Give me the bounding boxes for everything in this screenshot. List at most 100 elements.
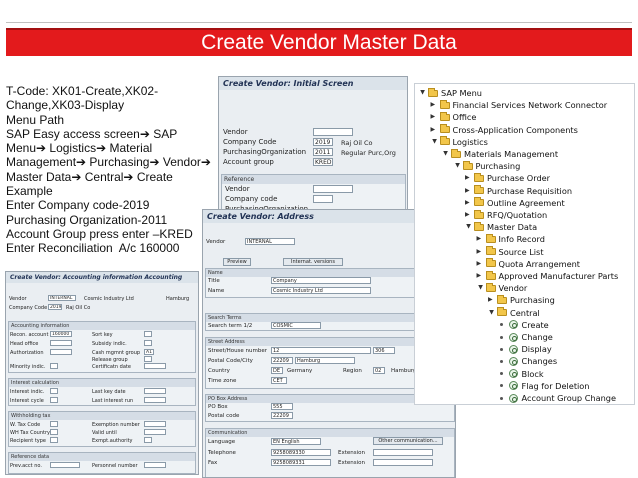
menu-item[interactable]: Changes [499,355,557,367]
menu-item[interactable]: ▶ Materials Management [442,148,558,160]
timezone-input[interactable]: CET [271,377,287,384]
collapsed-arrow-icon[interactable]: ▶ [477,248,483,256]
fax-input[interactable]: 9258089331 [271,459,331,466]
menu-item[interactable]: ▶ Outline Agreement [465,197,565,209]
expanded-arrow-icon[interactable]: ▶ [487,310,495,316]
subsidy-input[interactable] [144,340,152,346]
menu-item[interactable]: Change [499,331,553,343]
house-input[interactable]: 306 [373,347,395,354]
name-input[interactable]: Cosmic Industry Ltd [271,287,371,294]
postal-input[interactable]: 22209 [271,357,293,364]
region-input[interactable]: 02 [373,367,385,374]
personnel-input[interactable] [144,462,166,468]
cash-mgmt-input[interactable]: A1 [144,349,154,355]
sort-key-input[interactable] [144,331,152,337]
exemption-input[interactable] [144,421,166,427]
intl-versions-button[interactable]: Internat. versions [283,258,343,266]
menu-item[interactable]: ▶ Info Record [477,233,545,245]
pobox-input[interactable]: 555 [271,403,293,410]
wt-country-input[interactable] [50,429,58,435]
collapsed-arrow-icon[interactable]: ▶ [431,113,437,121]
ref-vendor-input[interactable] [313,185,353,193]
extension-input[interactable] [373,449,433,456]
collapsed-arrow-icon[interactable]: ▶ [465,199,471,207]
menu-item[interactable]: ▶ Central [488,307,540,319]
acct-vendor-input[interactable]: INTERNAL [48,295,76,301]
recon-input[interactable]: 160000 [50,331,72,337]
other-comm-button[interactable]: Other communication... [373,437,443,445]
head-office-input[interactable] [50,340,72,346]
fax-extension-input[interactable] [373,459,433,466]
prev-acct-input[interactable] [50,462,80,468]
collapsed-arrow-icon[interactable]: ▶ [431,101,437,109]
menu-item[interactable]: ▶ Office [431,111,476,123]
minority-input[interactable] [50,363,58,369]
collapsed-arrow-icon[interactable]: ▶ [465,174,471,182]
expanded-arrow-icon[interactable]: ▶ [441,151,449,157]
menu-item[interactable]: ▶ Source List [477,246,544,258]
preview-button[interactable]: Preview [223,258,251,266]
ref-company-label: Company code [225,195,278,203]
acct-company-input[interactable]: 2019 [48,304,62,310]
account-group-input[interactable]: KRED [313,158,333,166]
folder-icon [439,99,450,109]
purch-org-input[interactable]: 2011 [313,148,333,156]
last-key-input[interactable] [144,388,166,394]
language-select[interactable]: EN English [271,438,321,445]
menu-item[interactable]: ▶ Logistics [431,136,488,148]
slide-title-bar: Create Vendor Master Data [6,28,632,56]
exmpt-input[interactable] [144,437,152,443]
collapsed-arrow-icon[interactable]: ▶ [431,126,437,134]
valid-until-input[interactable] [144,429,166,435]
country-input[interactable]: DE [271,367,283,374]
menu-item[interactable]: ▶ Financial Services Network Connector [431,99,607,111]
menu-item[interactable]: Flag for Deletion [499,380,590,392]
menu-item[interactable]: Create [499,319,549,331]
telephone-input[interactable]: 9258089330 [271,449,331,456]
menu-item[interactable]: Account Group Change [499,392,616,404]
wt-code-input[interactable] [50,421,58,427]
cert-input[interactable] [144,363,166,369]
menu-item[interactable]: ▶ Master Data [465,221,537,233]
menu-item[interactable]: ▶ RFQ/Quotation [465,209,547,221]
wht-header: Withholding tax [9,412,195,420]
menu-item[interactable]: ▶ Cross-Application Components [431,124,578,136]
collapsed-arrow-icon[interactable]: ▶ [488,296,494,304]
addr-vendor-input[interactable]: INTERNAL [245,238,295,245]
menu-item[interactable]: ▶ Quota Arrangement [477,258,580,270]
menu-item[interactable]: Block [499,368,544,380]
menu-item[interactable]: ▶ Vendor [476,282,527,294]
folder-icon [497,294,507,304]
expanded-arrow-icon[interactable]: ▶ [464,224,472,230]
int-indic-input[interactable] [50,388,58,394]
int-cycle-input[interactable] [50,397,58,403]
menu-item[interactable]: ▶ Purchasing [453,160,520,172]
menu-item[interactable]: Display [499,343,552,355]
release-input[interactable] [144,356,152,362]
street-input[interactable]: 12 [271,347,371,354]
pobox-postal-input[interactable]: 22209 [271,412,293,419]
collapsed-arrow-icon[interactable]: ▶ [477,260,483,268]
vendor-input[interactable] [313,128,353,136]
ref-company-input[interactable] [313,195,333,203]
expanded-arrow-icon[interactable]: ▶ [476,285,484,291]
collapsed-arrow-icon[interactable]: ▶ [465,187,471,195]
last-run-input[interactable] [144,397,166,403]
menu-item[interactable]: ▶ SAP Menu [419,87,482,99]
menu-item[interactable]: ▶ Purchase Requisition [465,185,572,197]
search-input[interactable]: COSMIC [271,322,321,329]
collapsed-arrow-icon[interactable]: ▶ [465,211,471,219]
title-select[interactable]: Company [271,277,371,284]
menu-item[interactable]: ▶ Purchase Order [465,172,550,184]
expanded-arrow-icon[interactable]: ▶ [418,90,426,96]
city-input[interactable]: Hamburg [295,357,355,364]
menu-item[interactable]: ▶ Purchasing [488,294,555,306]
menu-item[interactable]: ▶ Approved Manufacturer Parts [477,270,618,282]
expanded-arrow-icon[interactable]: ▶ [453,163,461,169]
company-code-input[interactable]: 2019 [313,138,333,146]
authorization-input[interactable] [50,349,72,355]
expanded-arrow-icon[interactable]: ▶ [430,139,438,145]
collapsed-arrow-icon[interactable]: ▶ [477,272,483,280]
recipient-input[interactable] [50,437,58,443]
collapsed-arrow-icon[interactable]: ▶ [477,235,483,243]
